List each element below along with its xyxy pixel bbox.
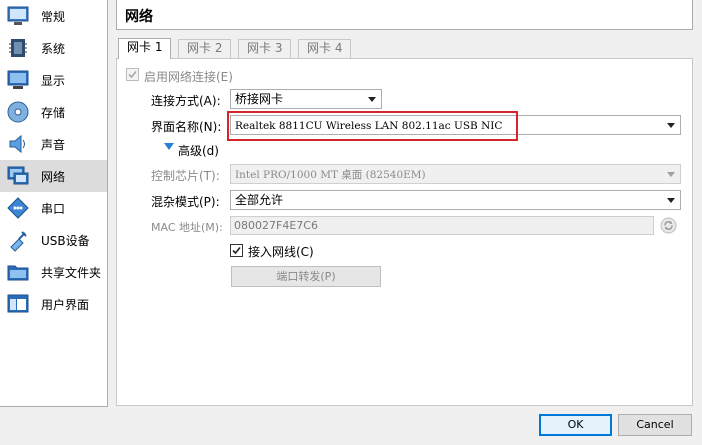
sidebar-item-general[interactable]: 常规 bbox=[0, 0, 107, 32]
attached-to-value: 桥接网卡 bbox=[235, 92, 284, 106]
usb-icon bbox=[10, 231, 27, 252]
chip-icon bbox=[9, 39, 27, 57]
sidebar-item-label: 网络 bbox=[41, 170, 66, 184]
sidebar-item-storage[interactable]: 存储 bbox=[0, 96, 107, 128]
sidebar-item-label: 常规 bbox=[41, 10, 66, 24]
window-icon bbox=[7, 294, 29, 313]
tab-adapter-3[interactable]: 网卡 3 bbox=[238, 39, 292, 58]
settings-sidebar: 常规 系统 显示 存储 声音 网络 串口 USB设备 共享文件夹 用户界面 bbox=[0, 0, 108, 407]
sidebar-item-user-interface[interactable]: 用户界面 bbox=[0, 288, 107, 320]
check-icon bbox=[232, 246, 241, 255]
sidebar-item-label: 用户界面 bbox=[41, 298, 90, 312]
sidebar-item-label: 显示 bbox=[41, 74, 66, 88]
cable-connected-label: 接入网线(C) bbox=[248, 245, 314, 259]
mac-address-value: 080027F4E7C6 bbox=[234, 219, 318, 232]
interface-name-value: Realtek 8811CU Wireless LAN 802.11ac USB… bbox=[235, 120, 503, 132]
promiscuous-mode-select[interactable]: 全部允许 bbox=[230, 190, 681, 210]
adapter-type-value: Intel PRO/1000 MT 桌面 (82540EM) bbox=[235, 169, 426, 181]
attached-to-select[interactable]: 桥接网卡 bbox=[230, 89, 382, 109]
sidebar-item-label: 串口 bbox=[41, 202, 66, 216]
adapter-type-select[interactable]: Intel PRO/1000 MT 桌面 (82540EM) bbox=[230, 164, 681, 184]
sidebar-item-system[interactable]: 系统 bbox=[0, 32, 107, 64]
page-header: 网络 bbox=[116, 0, 693, 30]
tab-adapter-2[interactable]: 网卡 2 bbox=[178, 39, 232, 58]
attached-to-label: 连接方式(A): bbox=[151, 94, 221, 108]
port-forwarding-button[interactable]: 端口转发(P) bbox=[231, 266, 381, 287]
cancel-button[interactable]: Cancel bbox=[618, 414, 692, 436]
promiscuous-mode-label: 混杂模式(P): bbox=[151, 195, 220, 209]
tab-adapter-4[interactable]: 网卡 4 bbox=[298, 39, 352, 58]
network-icon bbox=[7, 166, 29, 185]
disk-icon bbox=[7, 101, 29, 123]
sidebar-item-network[interactable]: 网络 bbox=[0, 160, 107, 192]
chevron-down-icon bbox=[667, 198, 675, 203]
sidebar-item-label: 存储 bbox=[41, 106, 66, 120]
enable-adapter-label: 启用网络连接(E) bbox=[144, 70, 233, 84]
chevron-down-icon bbox=[667, 172, 675, 177]
folder-icon bbox=[7, 265, 29, 281]
serial-port-icon bbox=[7, 197, 29, 219]
sidebar-item-label: 共享文件夹 bbox=[41, 266, 102, 280]
sidebar-item-display[interactable]: 显示 bbox=[0, 64, 107, 96]
mac-address-input[interactable]: 080027F4E7C6 bbox=[230, 216, 654, 235]
expand-triangle-icon[interactable] bbox=[164, 143, 174, 151]
sidebar-item-usb[interactable]: USB设备 bbox=[0, 224, 107, 256]
chevron-down-icon bbox=[368, 97, 376, 102]
general-icon bbox=[7, 6, 29, 25]
advanced-toggle[interactable]: 高级(d) bbox=[178, 142, 219, 159]
sidebar-item-shared-folders[interactable]: 共享文件夹 bbox=[0, 256, 107, 288]
sidebar-item-label: 声音 bbox=[41, 138, 66, 152]
promiscuous-mode-value: 全部允许 bbox=[235, 193, 284, 207]
adapter-type-label: 控制芯片(T): bbox=[151, 169, 220, 183]
check-icon bbox=[128, 70, 137, 79]
refresh-icon[interactable] bbox=[660, 217, 677, 234]
sidebar-item-serial[interactable]: 串口 bbox=[0, 192, 107, 224]
tab-adapter-1[interactable]: 网卡 1 bbox=[118, 38, 172, 59]
interface-name-select[interactable]: Realtek 8811CU Wireless LAN 802.11ac USB… bbox=[230, 115, 681, 135]
chevron-down-icon bbox=[667, 123, 675, 128]
speaker-icon bbox=[9, 134, 25, 154]
cable-connected-checkbox[interactable] bbox=[230, 244, 243, 257]
page-title: 网络 bbox=[125, 9, 153, 25]
sidebar-item-label: 系统 bbox=[41, 42, 66, 56]
enable-adapter-checkbox[interactable] bbox=[126, 68, 139, 81]
mac-address-label: MAC 地址(M): bbox=[151, 221, 223, 234]
sidebar-item-audio[interactable]: 声音 bbox=[0, 128, 107, 160]
monitor-icon bbox=[7, 70, 29, 89]
interface-name-label: 界面名称(N): bbox=[151, 120, 222, 134]
sidebar-item-label: USB设备 bbox=[41, 234, 90, 248]
ok-button[interactable]: OK bbox=[539, 414, 612, 436]
